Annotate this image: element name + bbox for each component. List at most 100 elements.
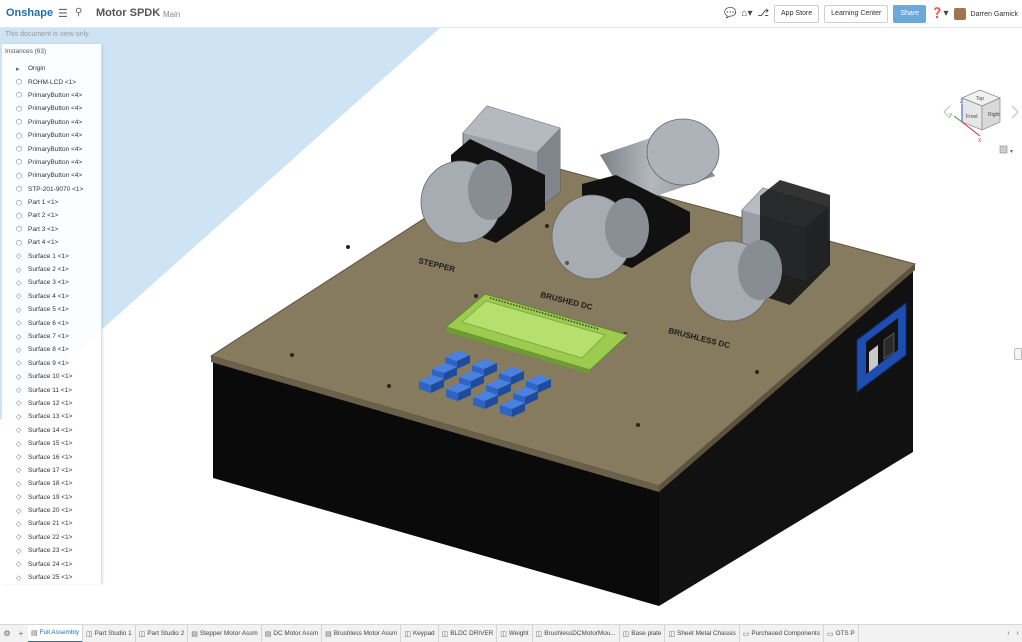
list-item[interactable]: ◇ Surface 6 <1> <box>2 316 102 329</box>
list-item[interactable]: ▸ Origin <box>2 62 102 75</box>
part-icon: ⬡ <box>16 92 23 100</box>
document-title[interactable]: Motor SPDK <box>96 7 160 19</box>
user-name[interactable]: Darren Garnick <box>971 11 1018 18</box>
list-item-label: PrimaryButton <4> <box>28 158 83 166</box>
part-icon: ⬡ <box>16 79 23 87</box>
tab-label: Part Studio 1 <box>94 630 132 637</box>
list-item[interactable]: ⬡ PrimaryButton <4> <box>2 142 102 155</box>
list-item[interactable]: ⬡ Part 1 <1> <box>2 196 102 209</box>
tab-sheet-metal-chassis[interactable]: ◫ Sheet Metal Chassis <box>665 625 740 642</box>
add-tab-icon[interactable]: + <box>14 629 28 638</box>
list-item[interactable]: ⬡ PrimaryButton <4> <box>2 129 102 142</box>
view-cube[interactable]: Top Front Right Z X Y ▾ <box>942 76 1022 166</box>
tab-base-plate[interactable]: ◫ Base plate <box>620 625 666 642</box>
assembly-icon: ▤ <box>191 630 198 638</box>
hamburger-icon[interactable]: ☰ <box>58 7 68 20</box>
list-item[interactable]: ◇ Surface 20 <1> <box>2 504 102 517</box>
list-item[interactable]: ◇ Surface 4 <1> <box>2 290 102 303</box>
chevron-down-icon[interactable]: ▾ <box>1010 149 1013 155</box>
part-studio-icon: ◫ <box>622 630 630 638</box>
tab-brushless-motor-assm[interactable]: ▤ Brushless Motor Assm <box>322 625 402 642</box>
surface-icon: ◇ <box>16 467 22 475</box>
list-item[interactable]: ◇ Surface 13 <1> <box>2 410 102 423</box>
graphics-viewport[interactable]: STEPPER BRUSHED DC BRUSHLESS DC Top Fron… <box>0 28 1022 624</box>
filter-icon[interactable]: ⚲ <box>75 7 82 18</box>
rotate-right-icon[interactable] <box>1011 105 1019 119</box>
list-item[interactable]: ◇ Surface 22 <1> <box>2 531 102 544</box>
list-item[interactable]: ⬡ Part 2 <1> <box>2 209 102 222</box>
list-item[interactable]: ⬡ Part 4 <1> <box>2 236 102 249</box>
tab-scroll-nav: ‹ › <box>1004 625 1022 642</box>
list-item[interactable]: ◇ Surface 2 <1> <box>2 263 102 276</box>
tab-scroll-right-icon[interactable]: › <box>1016 630 1018 637</box>
list-item[interactable]: ◇ Surface 19 <1> <box>2 491 102 504</box>
list-item[interactable]: ⬡ PrimaryButton <4> <box>2 89 102 102</box>
surface-icon: ◇ <box>16 387 22 395</box>
list-item[interactable]: ◇ Surface 15 <1> <box>2 437 102 450</box>
tab-label: BLDC DRIVER <box>450 630 494 637</box>
list-item[interactable]: ◇ Surface 5 <1> <box>2 303 102 316</box>
tab-part-studio-1[interactable]: ◫ Part Studio 1 <box>83 625 136 642</box>
tab-part-studio-2[interactable]: ◫ Part Studio 2 <box>136 625 189 642</box>
list-item[interactable]: ⬡ PrimaryButton <4> <box>2 169 102 182</box>
list-item[interactable]: ◇ Surface 24 <1> <box>2 557 102 570</box>
list-item[interactable]: ◇ Surface 8 <1> <box>2 343 102 356</box>
panel-toggle-icon[interactable] <box>1014 348 1022 360</box>
version-icon[interactable]: ⎇ <box>757 5 769 23</box>
list-item[interactable]: ◇ Surface 18 <1> <box>2 477 102 490</box>
list-item[interactable]: ◇ Surface 12 <1> <box>2 397 102 410</box>
tab-full-assembly[interactable]: ▤ Full Assembly <box>28 625 84 642</box>
learning-center-button[interactable]: Learning Center <box>824 5 889 23</box>
tab-dc-motor-assm[interactable]: ▤ DC Motor Assm <box>262 625 323 642</box>
list-item[interactable]: ⬡ PrimaryButton <4> <box>2 156 102 169</box>
list-item[interactable]: ◇ Surface 21 <1> <box>2 517 102 530</box>
tab-stepper-motor-assm[interactable]: ▤ Stepper Motor Assm <box>188 625 262 642</box>
assembly-icon: ▤ <box>325 630 332 638</box>
home-icon[interactable]: ⌂▾ <box>741 5 752 23</box>
list-item-label: Surface 24 <1> <box>28 560 73 568</box>
tab-settings-icon[interactable]: ⚙ <box>0 629 14 638</box>
list-item[interactable]: ◇ Surface 23 <1> <box>2 544 102 557</box>
list-item-label: Surface 8 <1> <box>28 346 69 354</box>
list-item[interactable]: ⬡ Part 3 <1> <box>2 223 102 236</box>
tab-scroll-left-icon[interactable]: ‹ <box>1007 630 1009 637</box>
cube-front-label: Front <box>966 114 978 120</box>
list-item[interactable]: ◇ Surface 17 <1> <box>2 464 102 477</box>
tab-weight[interactable]: ◫ Weight <box>497 625 533 642</box>
list-item[interactable]: ⬡ ROHM-LCD <1> <box>2 75 102 88</box>
tab-purchased-components[interactable]: ▭ Purchased Components <box>740 625 824 642</box>
list-item[interactable]: ◇ Surface 1 <1> <box>2 249 102 262</box>
avatar[interactable] <box>953 8 966 20</box>
list-item[interactable]: ◇ Surface 16 <1> <box>2 450 102 463</box>
list-item[interactable]: ◇ Surface 10 <1> <box>2 370 102 383</box>
part-studio-icon: ◫ <box>86 630 93 638</box>
part-icon: ⬡ <box>16 132 23 140</box>
view-options-icon[interactable] <box>999 145 1008 154</box>
onshape-logo[interactable]: Onshape <box>6 7 53 19</box>
comment-icon[interactable]: 💬 <box>724 5 736 23</box>
surface-icon: ◇ <box>16 293 22 301</box>
list-item[interactable]: ◇ Surface 11 <1> <box>2 383 102 396</box>
list-item-label: Surface 15 <1> <box>28 440 73 448</box>
tab-ots-p[interactable]: ▭ OTS P <box>824 625 859 642</box>
list-item[interactable]: ◇ Surface 14 <1> <box>2 424 102 437</box>
list-item[interactable]: ◇ Surface 3 <1> <box>2 276 102 289</box>
app-store-button[interactable]: App Store <box>774 5 820 23</box>
tab-bldc-driver[interactable]: ◫ BLDC DRIVER <box>439 625 498 642</box>
list-item[interactable]: ◇ Surface 25 <1> <box>2 571 102 584</box>
share-button[interactable]: Share <box>893 5 927 23</box>
list-item[interactable]: ⬡ PrimaryButton <4> <box>2 116 102 129</box>
branch-label[interactable]: Main <box>163 10 180 19</box>
part-studio-icon: ◫ <box>138 630 146 638</box>
tab-brushlessdcmotormou[interactable]: ◫ BrushlessDCMotorMou... <box>533 625 620 642</box>
list-item[interactable]: ◇ Surface 7 <1> <box>2 330 102 343</box>
list-item[interactable]: ◇ Surface 9 <1> <box>2 357 102 370</box>
instance-list: ▸ Origin ⬡ ROHM-LCD <1> ⬡ PrimaryButton <4> ⬡ P… <box>2 62 102 584</box>
part-icon: ⬡ <box>16 119 23 127</box>
folder-icon: ▭ <box>826 630 834 638</box>
list-item[interactable]: ⬡ STP-201-9070 <1> <box>2 183 102 196</box>
list-item[interactable]: ⬡ PrimaryButton <4> <box>2 102 102 115</box>
tab-keypad[interactable]: ◫ Keypad <box>401 625 439 642</box>
instance-list-panel: Instances (63) ▸ Origin ⬡ ROHM-LCD <1> ⬡ Prim… <box>2 44 102 584</box>
help-icon[interactable]: ❓▾ <box>931 5 948 23</box>
